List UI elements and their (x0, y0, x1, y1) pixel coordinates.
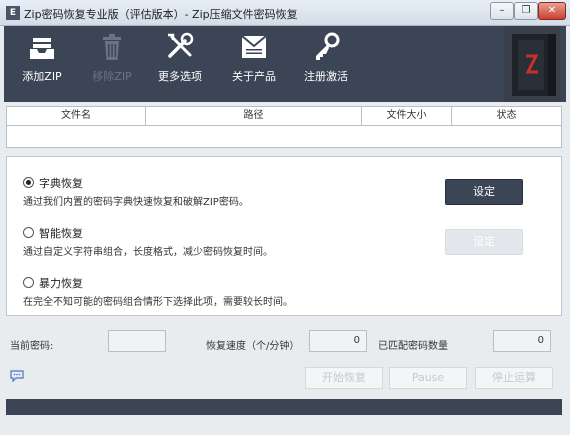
status-bar (6, 399, 562, 415)
stop-button[interactable]: 停止运算 (475, 367, 553, 389)
more-options-button[interactable]: 更多选项 (152, 32, 208, 96)
mode-bruteforce-label: 暴力恢复 (39, 277, 83, 290)
mode-bruteforce-option[interactable]: 暴力恢复 (23, 275, 83, 291)
dictionary-settings-button[interactable]: 设定 (445, 179, 523, 205)
matched-label: 已匹配密码数量 (378, 341, 448, 352)
speed-field: 0 (309, 330, 367, 352)
mode-dictionary-option[interactable]: 字典恢复 (23, 175, 83, 191)
register-button[interactable]: 注册激活 (298, 32, 354, 96)
about-label: 关于产品 (232, 70, 276, 83)
mode-smart-label: 智能恢复 (39, 227, 83, 240)
app-icon: E (6, 6, 20, 20)
add-zip-button[interactable]: 添加ZIP (14, 32, 70, 96)
mode-smart-desc: 通过自定义字符串组合，长度格式，减少密码恢复时间。 (23, 247, 273, 258)
column-status[interactable]: 状态 (452, 107, 561, 125)
chat-bubble-icon[interactable] (10, 370, 24, 382)
mode-dictionary-label: 字典恢复 (39, 177, 83, 190)
radio-dictionary[interactable] (23, 177, 34, 188)
trash-icon (103, 34, 121, 60)
column-filesize[interactable]: 文件大小 (362, 107, 452, 125)
more-options-label: 更多选项 (158, 70, 202, 83)
close-button[interactable]: ✕ (538, 2, 566, 20)
title-bar: E Zip密码恢复专业版（评估版本）- Zip压缩文件密码恢复 – ❐ ✕ (0, 0, 570, 26)
minimize-button[interactable]: – (490, 2, 514, 20)
mode-smart-option[interactable]: 智能恢复 (23, 225, 83, 241)
remove-zip-button[interactable]: 移除ZIP (84, 32, 140, 96)
tools-icon (168, 32, 194, 58)
mode-dictionary-desc: 通过我们内置的密码字典快速恢复和破解ZIP密码。 (23, 197, 249, 208)
radio-smart[interactable] (23, 227, 34, 238)
column-path[interactable]: 路径 (146, 107, 362, 125)
pause-button[interactable]: Pause (389, 367, 467, 389)
about-button[interactable]: 关于产品 (226, 32, 282, 96)
current-password-label: 当前密码: (10, 341, 54, 352)
column-filename[interactable]: 文件名 (7, 107, 146, 125)
file-table-header: 文件名 路径 文件大小 状态 (6, 106, 562, 126)
key-icon (316, 32, 340, 60)
toolbar: 添加ZIP 移除ZIP 更多选项 关于产品 注册激活 (4, 26, 566, 102)
current-password-field (108, 330, 166, 352)
matched-field: 0 (493, 330, 551, 352)
tray-icon (30, 38, 54, 59)
file-list[interactable] (6, 126, 562, 148)
add-zip-label: 添加ZIP (22, 70, 62, 83)
register-label: 注册激活 (304, 70, 348, 83)
recovery-mode-panel: 字典恢复 通过我们内置的密码字典快速恢复和破解ZIP密码。 设定 智能恢复 通过… (6, 156, 562, 316)
remove-zip-label: 移除ZIP (92, 70, 132, 83)
smart-settings-button[interactable]: 设定 (445, 229, 523, 255)
maximize-button[interactable]: ❐ (514, 2, 538, 20)
mode-bruteforce-desc: 在完全不知可能的密码组合情形下选择此项，需要较长时间。 (23, 297, 293, 308)
speed-label: 恢复速度（个/分钟） (206, 341, 300, 352)
start-recovery-button[interactable]: 开始恢复 (305, 367, 383, 389)
product-box-logo (504, 26, 560, 102)
mail-icon (241, 35, 267, 58)
radio-bruteforce[interactable] (23, 277, 34, 288)
window-title: Zip密码恢复专业版（评估版本）- Zip压缩文件密码恢复 (24, 8, 298, 21)
